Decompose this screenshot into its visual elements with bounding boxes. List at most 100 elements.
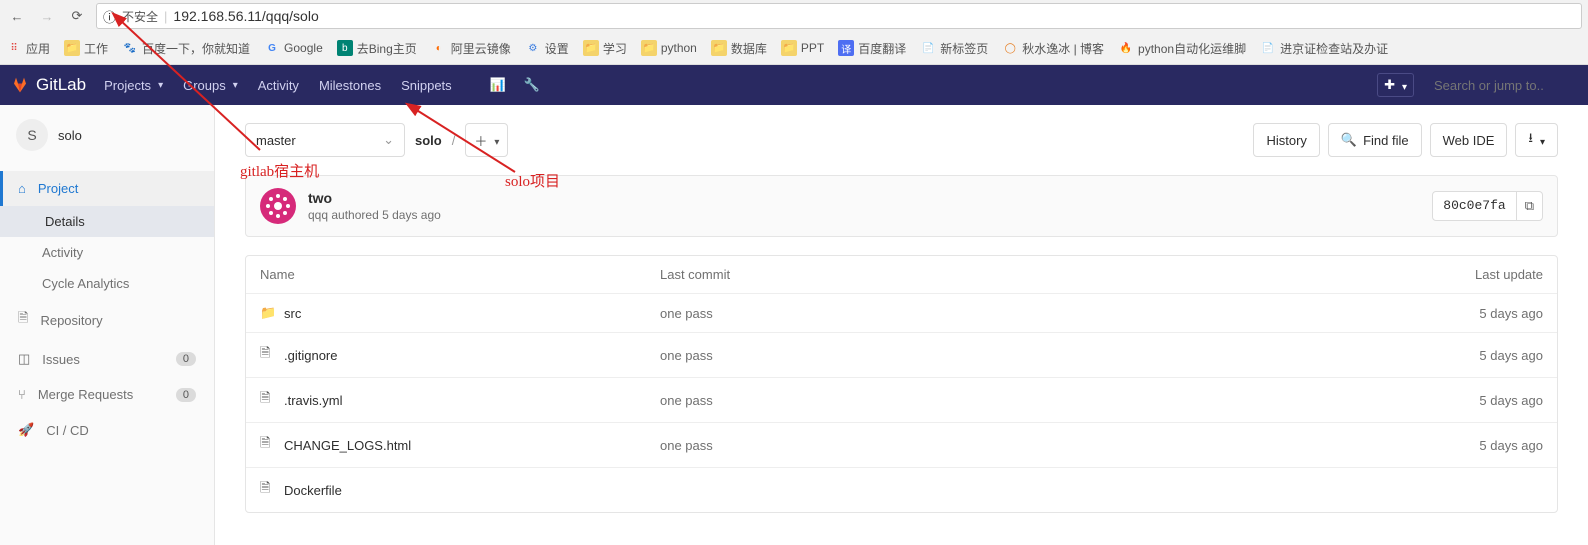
cicd-icon: 🚀: [18, 422, 34, 438]
bookmark-aliyun[interactable]: ◐阿里云镜像: [431, 40, 511, 57]
gitlab-logo[interactable]: GitLab: [12, 75, 86, 95]
reload-button[interactable]: ⟳: [66, 5, 88, 27]
forward-button[interactable]: →: [36, 5, 58, 27]
global-search[interactable]: [1426, 78, 1576, 93]
brand-text: GitLab: [36, 75, 86, 95]
web-ide-button[interactable]: Web IDE: [1430, 123, 1508, 157]
branch-selector[interactable]: master⌄: [245, 123, 405, 157]
file-icon: 🗎: [260, 389, 276, 411]
home-icon: ⌂: [18, 181, 26, 196]
bookmark-ppt[interactable]: 📁PPT: [781, 40, 824, 56]
row-commit[interactable]: one pass: [660, 438, 1433, 453]
sidebar-sub-activity[interactable]: Activity: [0, 237, 214, 268]
row-commit[interactable]: one pass: [660, 393, 1433, 408]
file-icon: 🗎: [260, 479, 276, 501]
plus-icon: ＋: [474, 131, 487, 150]
last-commit-box: two qqq authored 5 days ago 80c0e7fa ⧉: [245, 175, 1558, 237]
bookmark-jinjing[interactable]: 📄进京证检查站及办证: [1260, 40, 1388, 57]
bookmark-apps[interactable]: ⠿应用: [6, 40, 50, 57]
project-header[interactable]: S solo: [0, 105, 214, 165]
browser-chrome: ← → ⟳ ⓘ 不安全 | ⠿应用 📁工作 🐾百度一下，你就知道 GGoogle…: [0, 0, 1588, 65]
file-icon: 🗎: [260, 344, 276, 366]
bookmark-settings[interactable]: ⚙设置: [525, 40, 569, 57]
breadcrumb-root[interactable]: solo: [415, 133, 442, 148]
bookmark-bing[interactable]: b去Bing主页: [337, 40, 417, 57]
commit-title[interactable]: two: [308, 190, 441, 206]
bookmarks-bar: ⠿应用 📁工作 🐾百度一下，你就知道 GGoogle b去Bing主页 ◐阿里云…: [0, 32, 1588, 64]
bookmark-study[interactable]: 📁学习: [583, 40, 627, 57]
file-icon: 🗎: [260, 434, 276, 456]
sidebar-item-repository[interactable]: 🗎 Repository: [0, 299, 214, 341]
table-row[interactable]: 🗎 Dockerfile: [246, 468, 1557, 512]
back-button[interactable]: ←: [6, 5, 28, 27]
sidebar-sub-details[interactable]: Details: [0, 206, 214, 237]
history-button[interactable]: History: [1253, 123, 1319, 157]
menu-projects[interactable]: Projects: [104, 78, 163, 93]
url-input[interactable]: [173, 8, 1575, 24]
row-commit[interactable]: one pass: [660, 348, 1433, 363]
col-update: Last update: [1433, 267, 1543, 282]
file-link[interactable]: .gitignore: [284, 348, 337, 363]
table-row[interactable]: 🗎 CHANGE_LOGS.html one pass 5 days ago: [246, 423, 1557, 468]
table-header: Name Last commit Last update: [246, 256, 1557, 294]
file-link[interactable]: .travis.yml: [284, 393, 343, 408]
mr-icon: ⑂: [18, 387, 26, 402]
file-table: Name Last commit Last update 📁src one pa…: [245, 255, 1558, 513]
bookmark-baidu[interactable]: 🐾百度一下，你就知道: [122, 40, 250, 57]
download-button[interactable]: ⭳: [1515, 123, 1558, 157]
project-name: solo: [58, 128, 82, 143]
breadcrumb-row: master⌄ solo / ＋ History 🔍Find file Web …: [245, 123, 1558, 157]
topnav-right: ✚: [1377, 73, 1576, 97]
breadcrumb-add[interactable]: ＋: [465, 123, 508, 157]
sidebar-item-mr[interactable]: ⑂ Merge Requests 0: [0, 377, 214, 412]
address-bar[interactable]: ⓘ 不安全 |: [96, 3, 1582, 29]
row-update: 5 days ago: [1433, 348, 1543, 363]
commit-info: two qqq authored 5 days ago: [308, 190, 441, 222]
info-icon: ⓘ: [103, 7, 116, 26]
sidebar-sub-cycle[interactable]: Cycle Analytics: [0, 268, 214, 299]
file-link[interactable]: Dockerfile: [284, 483, 342, 498]
table-row[interactable]: 📁src one pass 5 days ago: [246, 294, 1557, 333]
gitlab-body: S solo ⌂ Project Details Activity Cycle …: [0, 105, 1588, 545]
file-link[interactable]: CHANGE_LOGS.html: [284, 438, 411, 453]
bookmark-db[interactable]: 📁数据库: [711, 40, 767, 57]
topnav-icons: 📊 🔧: [490, 77, 540, 93]
sidebar-item-cicd[interactable]: 🚀 CI / CD: [0, 412, 214, 448]
sha-copy-button[interactable]: ⧉: [1517, 191, 1543, 221]
commit-sha: 80c0e7fa ⧉: [1432, 191, 1543, 221]
file-toolbar: History 🔍Find file Web IDE ⭳: [1253, 123, 1558, 157]
row-update: 5 days ago: [1433, 438, 1543, 453]
bookmark-auto[interactable]: 🔥python自动化运维脚: [1118, 40, 1246, 57]
col-name: Name: [260, 267, 660, 282]
gitlab-menu: Projects Groups Activity Milestones Snip…: [104, 78, 452, 93]
sha-value[interactable]: 80c0e7fa: [1432, 191, 1516, 221]
address-row: ← → ⟳ ⓘ 不安全 |: [0, 0, 1588, 32]
wrench-icon[interactable]: 🔧: [524, 77, 540, 93]
col-commit: Last commit: [660, 267, 1433, 282]
bookmark-blog[interactable]: ◯秋水逸冰 | 博客: [1002, 40, 1104, 57]
find-file-button[interactable]: 🔍Find file: [1328, 123, 1422, 157]
menu-snippets[interactable]: Snippets: [401, 78, 452, 93]
table-row[interactable]: 🗎 .travis.yml one pass 5 days ago: [246, 378, 1557, 423]
repo-icon: 🗎: [18, 309, 28, 331]
file-link[interactable]: src: [284, 306, 301, 321]
bookmark-python[interactable]: 📁python: [641, 40, 697, 56]
new-dropdown[interactable]: ✚: [1377, 73, 1414, 97]
menu-activity[interactable]: Activity: [258, 78, 299, 93]
bookmark-newtab[interactable]: 📄新标签页: [920, 40, 988, 57]
row-update: 5 days ago: [1433, 393, 1543, 408]
menu-groups[interactable]: Groups: [183, 78, 238, 93]
chart-icon[interactable]: 📊: [490, 77, 506, 93]
sidebar-item-issues[interactable]: ◫ Issues 0: [0, 341, 214, 377]
download-icon: ⭳: [1528, 129, 1533, 151]
row-update: 5 days ago: [1433, 306, 1543, 321]
bookmark-trans[interactable]: 译百度翻译: [838, 40, 906, 57]
table-row[interactable]: 🗎 .gitignore one pass 5 days ago: [246, 333, 1557, 378]
issues-count: 0: [176, 352, 196, 366]
bookmark-google[interactable]: GGoogle: [264, 40, 323, 56]
menu-milestones[interactable]: Milestones: [319, 78, 381, 93]
row-commit[interactable]: one pass: [660, 306, 1433, 321]
commit-meta: qqq authored 5 days ago: [308, 208, 441, 222]
bookmark-work[interactable]: 📁工作: [64, 40, 108, 57]
sidebar-item-project[interactable]: ⌂ Project: [0, 171, 214, 206]
